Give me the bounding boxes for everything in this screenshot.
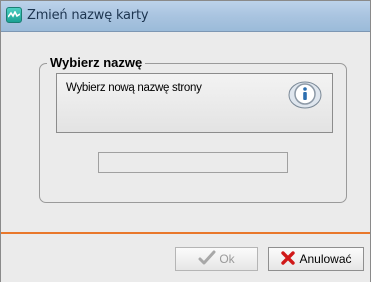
cancel-button[interactable]: Anulować <box>268 247 364 271</box>
info-icon <box>287 80 323 110</box>
dialog-window: Zmień nazwę karty Wybierz nazwę Wybierz … <box>0 0 371 282</box>
cancel-label: Anulować <box>299 252 352 266</box>
checkmark-icon <box>198 250 216 269</box>
group-legend: Wybierz nazwę <box>47 55 146 70</box>
window-title: Zmień nazwę karty <box>27 8 149 23</box>
title-bar[interactable]: Zmień nazwę karty <box>1 1 370 32</box>
ok-button[interactable]: Ok <box>175 247 258 271</box>
red-x-icon <box>280 250 296 269</box>
info-panel: Wybierz nową nazwę strony <box>56 73 333 133</box>
info-text: Wybierz nową nazwę strony <box>66 82 202 94</box>
app-icon <box>6 7 22 23</box>
ok-label: Ok <box>219 252 235 266</box>
name-input[interactable] <box>98 152 288 173</box>
